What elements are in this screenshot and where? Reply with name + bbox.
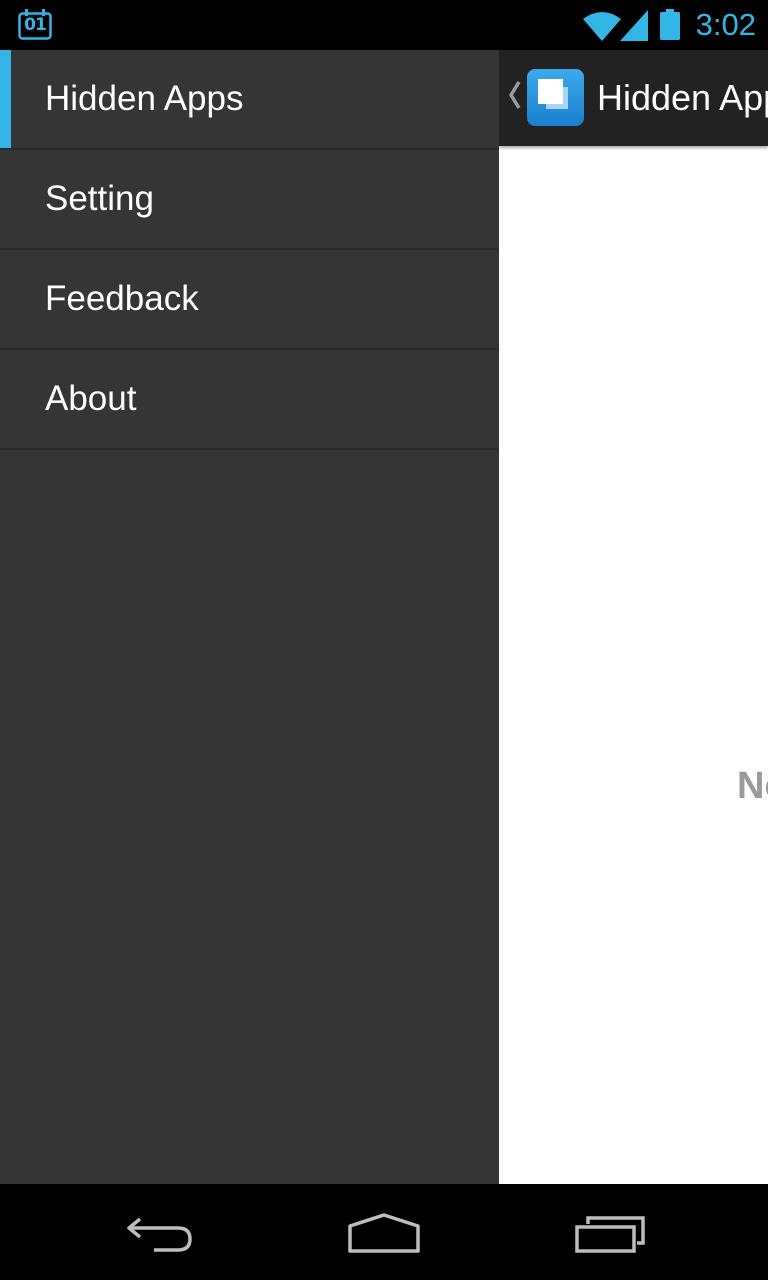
main-content: Hidden Apps No	[499, 50, 768, 1184]
app-icon[interactable]	[527, 69, 584, 126]
navigation-drawer: Hidden Apps Setting Feedback About	[0, 50, 499, 1184]
navigation-bar	[0, 1184, 768, 1280]
action-bar-title: Hidden Apps	[597, 77, 768, 118]
empty-state-text: No	[737, 765, 768, 807]
recent-apps-icon	[575, 1216, 645, 1253]
drawer-item-label: About	[45, 379, 137, 418]
drawer-item-label: Feedback	[45, 279, 199, 318]
home-icon	[348, 1213, 420, 1253]
wifi-icon	[583, 12, 621, 41]
drawer-item-label: Setting	[45, 179, 154, 218]
app-icon-front-square	[538, 79, 563, 104]
action-bar[interactable]: Hidden Apps	[499, 50, 768, 146]
drawer-item-hidden-apps[interactable]: Hidden Apps	[0, 50, 499, 150]
drawer-item-feedback[interactable]: Feedback	[0, 250, 499, 350]
up-caret-icon[interactable]	[507, 80, 521, 110]
calendar-icon: 01	[18, 9, 52, 40]
calendar-day: 01	[24, 15, 47, 35]
drawer-item-about[interactable]: About	[0, 350, 499, 450]
back-button[interactable]	[100, 1184, 220, 1280]
status-time: 3:02	[695, 7, 756, 42]
back-icon	[127, 1217, 192, 1252]
battery-icon	[660, 9, 680, 40]
recent-apps-button[interactable]	[550, 1184, 670, 1280]
status-bar: 01 3:02	[0, 0, 768, 50]
drawer-item-setting[interactable]: Setting	[0, 150, 499, 250]
drawer-item-label: Hidden Apps	[45, 79, 244, 118]
screen: 01 3:02 Hidden Apps Setting Feedback Abo…	[0, 0, 768, 1280]
signal-icon	[620, 10, 648, 41]
home-button[interactable]	[324, 1184, 444, 1280]
